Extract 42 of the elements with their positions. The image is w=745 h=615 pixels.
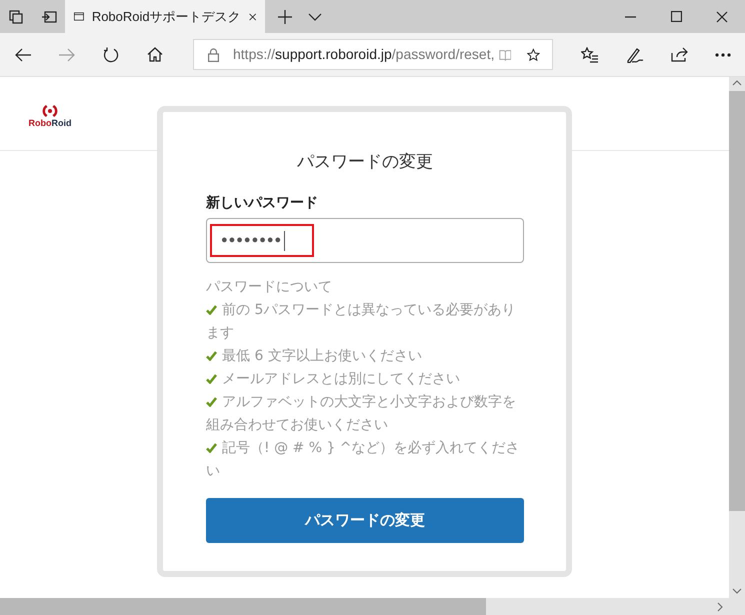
- home-icon[interactable]: [147, 47, 163, 62]
- rule-text: 前の 5パスワードとは異なっている必要があります: [206, 302, 516, 341]
- favorites-list-icon[interactable]: [581, 46, 599, 62]
- scroll-up-icon[interactable]: [732, 80, 742, 86]
- favorite-star-icon[interactable]: [527, 46, 540, 62]
- tabs-aside-icon[interactable]: [9, 10, 23, 24]
- password-value: ●●●●●●●●: [221, 235, 282, 246]
- maximize-icon[interactable]: [670, 11, 682, 22]
- refresh-icon[interactable]: [103, 46, 119, 62]
- back-icon[interactable]: [14, 48, 30, 62]
- url-text: https://support.roboroid.jp/password/reset,: [233, 45, 494, 64]
- logo-text: RoboRoid: [28, 119, 72, 128]
- tab-restore-icon[interactable]: [40, 10, 56, 22]
- address-bar[interactable]: https://support.roboroid.jp/password/reset,: [193, 39, 553, 70]
- rule-text: メールアドレスとは別にしてください: [222, 371, 460, 387]
- share-icon[interactable]: [670, 47, 688, 62]
- new-tab-icon[interactable]: [278, 10, 292, 24]
- close-window-icon[interactable]: [716, 10, 728, 22]
- form-title: パスワードの変更: [296, 151, 434, 174]
- field-label: 新しいパスワード: [206, 194, 319, 213]
- chevron-down-icon[interactable]: [308, 12, 322, 20]
- rules-heading: パスワードについて: [206, 278, 333, 297]
- change-password-button[interactable]: パスワードの変更: [206, 498, 524, 543]
- tab-title: RoboRoidサポートデスク: [92, 8, 241, 26]
- rule-text: 記号（! @ # % } ^など）を必ず入れてください: [206, 440, 520, 479]
- browser-tab[interactable]: RoboRoidサポートデスク: [65, 0, 265, 33]
- rule-text: アルファベットの大文字と小文字および数字を組み合わせてお使いください: [206, 394, 516, 433]
- scroll-down-icon[interactable]: [732, 588, 742, 594]
- text-cursor: [284, 230, 286, 250]
- rule-text: 最低 6 文字以上お使いください: [222, 348, 422, 364]
- minimize-icon[interactable]: [624, 16, 636, 18]
- logo-icon: [41, 103, 59, 119]
- vertical-scrollbar[interactable]: [729, 77, 745, 598]
- scroll-thumb[interactable]: [729, 91, 745, 511]
- lock-icon[interactable]: [208, 48, 219, 62]
- scroll-thumb[interactable]: [0, 598, 486, 615]
- scroll-right-icon[interactable]: [717, 602, 723, 612]
- page-icon[interactable]: [74, 10, 84, 23]
- horizontal-scrollbar[interactable]: [0, 598, 745, 615]
- more-icon[interactable]: [715, 52, 731, 56]
- pen-icon[interactable]: [626, 46, 644, 62]
- password-field[interactable]: ●●●●●●●●: [206, 218, 524, 263]
